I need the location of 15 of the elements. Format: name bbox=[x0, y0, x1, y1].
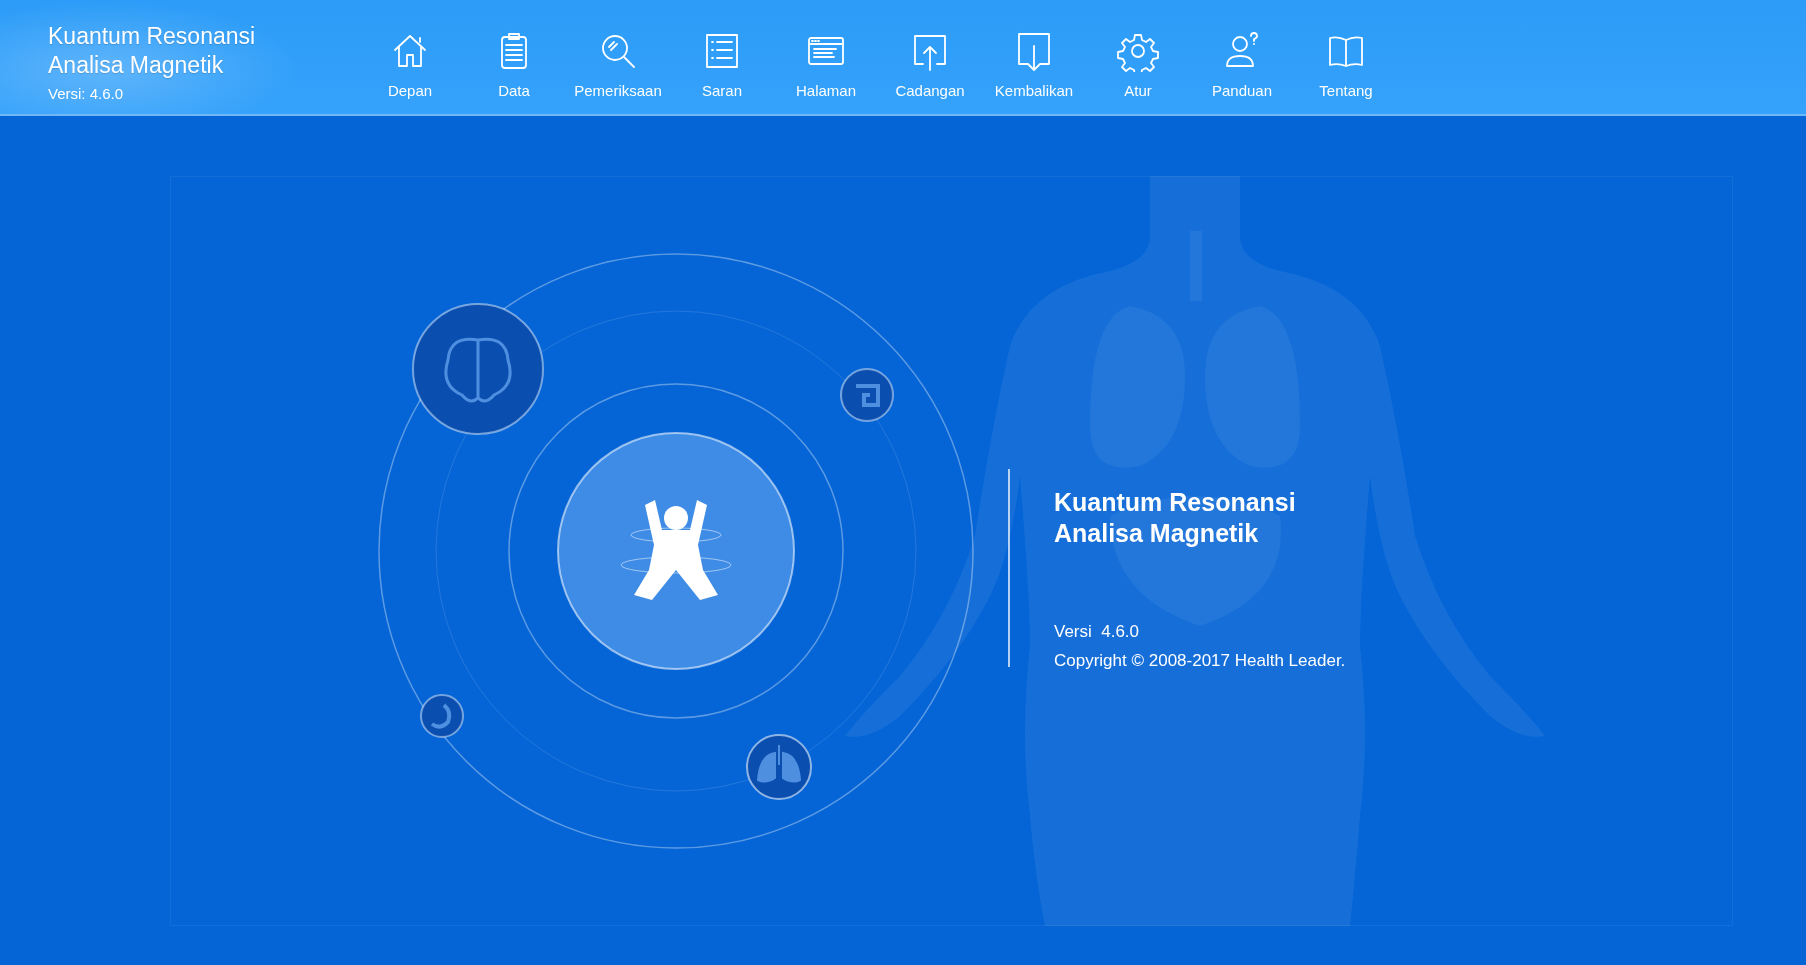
nav-button[interactable]: Cadangan bbox=[878, 0, 982, 114]
nav-button[interactable]: Depan bbox=[358, 0, 462, 114]
about-title: Kuantum Resonansi Analisa Magnetik bbox=[1054, 487, 1297, 549]
app-title: Kuantum Resonansi Analisa Magnetik bbox=[48, 22, 257, 80]
nav-button[interactable]: Tentang bbox=[1294, 0, 1398, 114]
nav-button[interactable]: Kembalikan bbox=[982, 0, 1086, 114]
nav-button[interactable]: Pemeriksaan bbox=[566, 0, 670, 114]
nav-button[interactable]: Saran bbox=[670, 0, 774, 114]
nav-button[interactable]: Atur bbox=[1086, 0, 1190, 114]
copyright-text: Copyright © 2008-2017 Health Leader. bbox=[1054, 649, 1346, 672]
nav-button[interactable]: Halaman bbox=[774, 0, 878, 114]
version-label: Versi: 4.6.0 bbox=[48, 84, 125, 104]
nav-button[interactable]: Data bbox=[462, 0, 566, 114]
nav-button[interactable]: Panduan bbox=[1190, 0, 1294, 114]
version-label: Versi 4.6.0 bbox=[1054, 621, 1141, 643]
